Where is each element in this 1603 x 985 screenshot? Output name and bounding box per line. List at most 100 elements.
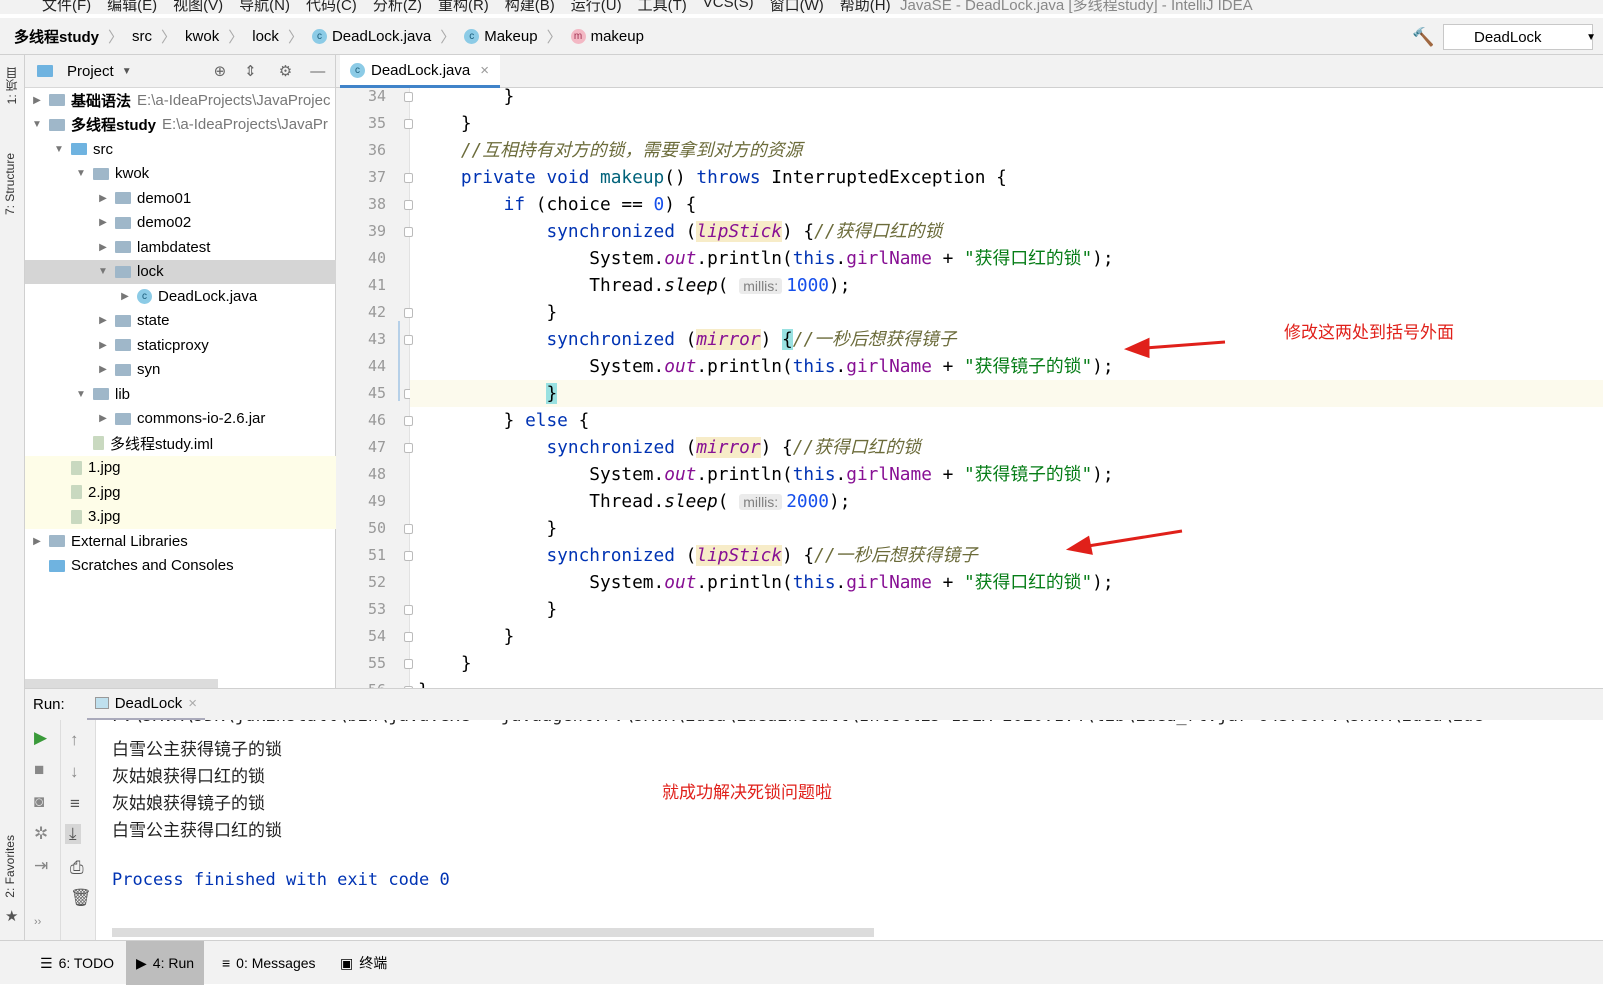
tree-node[interactable]: ▶ state [25, 309, 336, 334]
chevron-right-icon[interactable]: ▶ [97, 242, 109, 253]
run-tab-deadlock[interactable]: DeadLock × [86, 689, 205, 721]
code-editor[interactable]: } } //互相持有对方的锁，需要拿到对方的资源 private void ma… [410, 88, 1603, 688]
chevron-down-icon[interactable]: ▼ [75, 389, 87, 400]
tree-node[interactable]: ▶ demo01 [25, 186, 336, 211]
code-token: } [418, 518, 558, 539]
camera-icon[interactable]: ◙ [34, 792, 44, 812]
bottom-tab-3[interactable]: ≡ 0: Messages [212, 941, 326, 985]
tree-node[interactable]: 2.jpg [25, 480, 336, 505]
breadcrumb-item[interactable]: lock [252, 28, 279, 45]
gear-icon[interactable]: ⚙ [279, 62, 292, 80]
build-hammer-icon[interactable]: 🔨 [1412, 27, 1434, 48]
rerun-icon[interactable]: ▶ [34, 728, 47, 748]
menu-item[interactable]: 导航(N) [239, 0, 290, 14]
console-scrollbar[interactable] [112, 928, 874, 937]
chevron-right-icon[interactable]: ▶ [31, 536, 43, 547]
chevron-right-icon[interactable]: ▶ [97, 364, 109, 375]
code-token: } [418, 599, 558, 620]
tree-node[interactable]: ▶ 基础语法 E:\a-IdeaProjects\JavaProjec [25, 88, 336, 113]
breadcrumb-item[interactable]: c DeadLock.java [311, 28, 431, 45]
breadcrumb-item[interactable]: m makeup [570, 28, 644, 45]
project-view-select[interactable]: Project [67, 63, 114, 80]
menu-item[interactable]: 重构(R) [438, 0, 489, 14]
debug-icon[interactable]: ✲ [34, 824, 48, 844]
project-scrollbar[interactable] [25, 679, 218, 688]
tree-node-label: 2.jpg [88, 483, 121, 501]
chevron-down-icon[interactable]: ▼ [122, 66, 132, 77]
breadcrumb-item[interactable]: src [132, 28, 152, 45]
locate-icon[interactable]: ⊕ [214, 62, 227, 80]
stop-icon[interactable]: ■ [34, 760, 44, 780]
soft-wrap-icon[interactable]: ≡ [70, 794, 80, 814]
tab-deadlock-java[interactable]: c DeadLock.java × [340, 55, 500, 88]
run-config-select[interactable]: DeadLock ▼ [1443, 24, 1596, 50]
tree-node[interactable]: ▼ 多线程study E:\a-IdeaProjects\JavaPr [25, 113, 336, 138]
code-token: ( [717, 275, 740, 296]
editor-tabs: c DeadLock.java × [336, 55, 1603, 88]
menu-item[interactable]: 代码(C) [306, 0, 357, 14]
tree-node[interactable]: ▼ lib [25, 382, 336, 407]
tree-node[interactable]: ▼ kwok [25, 162, 336, 187]
line-number: 42 [367, 303, 386, 321]
down-arrow-icon[interactable]: ↓ [70, 762, 79, 782]
chevron-right-icon[interactable]: ▶ [97, 315, 109, 326]
menu-item[interactable]: 分析(Z) [373, 0, 422, 14]
console-output[interactable]: F:\JAVA\JDK\jdkinstall\bin\java.exe "-ja… [96, 720, 1603, 940]
close-icon[interactable]: × [188, 695, 197, 712]
code-token: "获得镜子的锁" [964, 356, 1093, 377]
chevron-down-icon[interactable]: ▼ [53, 144, 65, 155]
bottom-tab-2[interactable]: ▶ 4: Run [126, 941, 205, 985]
close-icon[interactable]: × [480, 62, 489, 79]
breadcrumb-item[interactable]: 多线程study [14, 26, 99, 47]
tab-project[interactable]: 1: 项目 [3, 67, 20, 104]
exit-icon[interactable]: ⇥ [34, 856, 48, 876]
menu-item[interactable]: VCS(S) [703, 0, 754, 14]
line-number: 55 [367, 654, 386, 672]
tree-node[interactable]: ▼ lock [25, 259, 336, 284]
tree-node-label: demo01 [137, 189, 192, 207]
chevron-right-icon[interactable]: ▶ [97, 217, 109, 228]
breadcrumb-item[interactable]: kwok [185, 28, 219, 45]
menu-item[interactable]: 文件(F) [42, 0, 91, 14]
chevron-down-icon[interactable]: ▼ [75, 168, 87, 179]
folder-icon [49, 94, 65, 107]
tree-node[interactable]: 3.jpg [25, 504, 336, 529]
breadcrumb-item[interactable]: c Makeup [464, 28, 538, 45]
tree-node[interactable]: ▶ External Libraries [25, 529, 336, 554]
menu-item[interactable]: 构建(B) [505, 0, 555, 14]
tree-node[interactable]: ▶ syn [25, 358, 336, 383]
tree-node[interactable]: ▶ staticproxy [25, 333, 336, 358]
menu-item[interactable]: 窗口(W) [770, 0, 824, 14]
menu-item[interactable]: 工具(T) [638, 0, 687, 14]
more-icon[interactable]: ›› [34, 916, 41, 928]
tree-node[interactable]: ▶ demo02 [25, 211, 336, 236]
hide-icon[interactable]: — [310, 63, 325, 80]
tree-node[interactable]: Scratches and Consoles [25, 554, 336, 579]
menu-item[interactable]: 帮助(H) [840, 0, 891, 14]
chevron-right-icon[interactable]: ▶ [31, 95, 43, 106]
menu-item[interactable]: 运行(U) [571, 0, 622, 14]
tree-node[interactable]: 多线程study.iml [25, 431, 336, 456]
tree-node[interactable]: ▶ lambdatest [25, 235, 336, 260]
chevron-down-icon[interactable]: ▼ [97, 266, 109, 277]
tree-node[interactable]: 1.jpg [25, 455, 336, 480]
bottom-tab-4[interactable]: ▣ 终端 [330, 941, 397, 985]
chevron-right-icon[interactable]: ▶ [97, 340, 109, 351]
chevron-down-icon[interactable]: ▼ [31, 119, 43, 130]
tree-node[interactable]: ▶ c DeadLock.java [25, 284, 336, 309]
bottom-tab-1[interactable]: ☰ 6: TODO [30, 941, 124, 985]
tab-structure[interactable]: 7: Structure [3, 153, 17, 215]
chevron-right-icon[interactable]: ▶ [119, 291, 131, 302]
trash-icon[interactable]: 🗑 [70, 888, 92, 908]
tree-node[interactable]: ▼ src [25, 137, 336, 162]
menu-item[interactable]: 编辑(E) [107, 0, 157, 14]
chevron-right-icon[interactable]: ▶ [97, 193, 109, 204]
collapse-all-icon[interactable]: ⇕ [244, 62, 257, 80]
tab-favorites[interactable]: 2: Favorites [3, 835, 17, 898]
menu-item[interactable]: 视图(V) [173, 0, 223, 14]
chevron-right-icon[interactable]: ▶ [97, 413, 109, 424]
print-icon[interactable]: ⎙ [70, 858, 84, 878]
scroll-to-end-icon[interactable]: ⤓ [65, 824, 81, 844]
up-arrow-icon[interactable]: ↑ [70, 730, 79, 750]
tree-node[interactable]: ▶ commons-io-2.6.jar [25, 407, 336, 432]
